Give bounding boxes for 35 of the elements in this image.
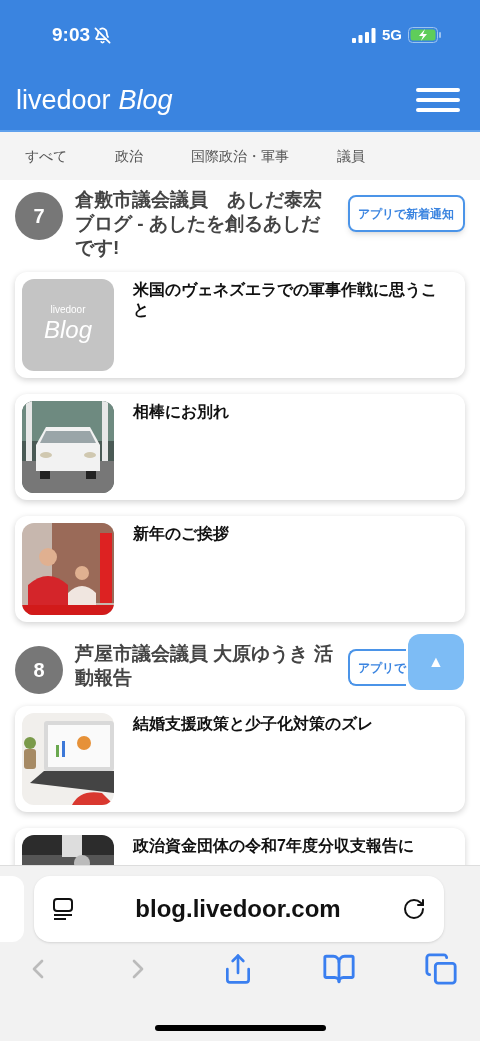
rank-badge: 8 [15, 646, 63, 694]
thumbnail-logo-text: Blog [43, 315, 92, 345]
category-tab[interactable]: 政治 [115, 145, 143, 167]
post-card[interactable]: livedoor Blog 米国のヴェネズエラでの軍事作戦に思うこと [15, 272, 465, 378]
post-title: 米国のヴェネズエラでの軍事作戦に思うこと [133, 280, 438, 320]
bookmarks-icon[interactable] [322, 952, 356, 986]
category-tab[interactable]: すべて [25, 145, 67, 167]
reload-icon[interactable] [402, 897, 426, 921]
post-card[interactable]: 結婚支援政策と少子化対策のズレ [15, 706, 465, 812]
status-time: 9:03 [52, 22, 91, 47]
post-title: 政治資金団体の令和7年度分収支報告に [133, 836, 415, 856]
category-tab[interactable]: 議員 [337, 145, 365, 167]
post-title: 結婚支援政策と少子化対策のズレ [133, 714, 374, 734]
thumbnail-logo-text: livedoor [50, 305, 86, 315]
network-type: 5G [382, 24, 402, 45]
signal-icon [352, 27, 376, 43]
category-tab[interactable]: 国際政治・軍事 [191, 145, 289, 167]
post-card[interactable]: 相棒にお別れ [15, 394, 465, 500]
address-bar[interactable]: blog.livedoor.com [34, 876, 444, 942]
tabs-icon[interactable] [424, 952, 458, 986]
page-menu-icon[interactable] [52, 897, 74, 921]
app-notify-button[interactable]: アプリで新着通知 [348, 195, 465, 232]
post-card[interactable]: 新年のご挨拶 [15, 516, 465, 622]
post-card[interactable]: 政治資金団体の令和7年度分収支報告に [15, 828, 465, 865]
blog-title[interactable]: 倉敷市議会議員 あしだ泰宏ブログ - あしたを創るあしだです! [75, 188, 336, 260]
post-title: 新年のご挨拶 [133, 524, 230, 544]
url-text: blog.livedoor.com [135, 894, 341, 924]
menu-button[interactable] [416, 88, 460, 112]
battery-charging-icon [408, 27, 442, 43]
silent-bell-icon [94, 26, 112, 44]
post-title: 相棒にお別れ [133, 402, 230, 422]
rank-badge: 7 [15, 192, 63, 240]
blog-title[interactable]: 芦屋市議会議員 大原ゆうき 活動報告 [75, 642, 336, 690]
livedoor-blog-logo[interactable]: livedoor Blog [16, 86, 173, 114]
app-notify-button[interactable]: アプリで [348, 649, 406, 686]
